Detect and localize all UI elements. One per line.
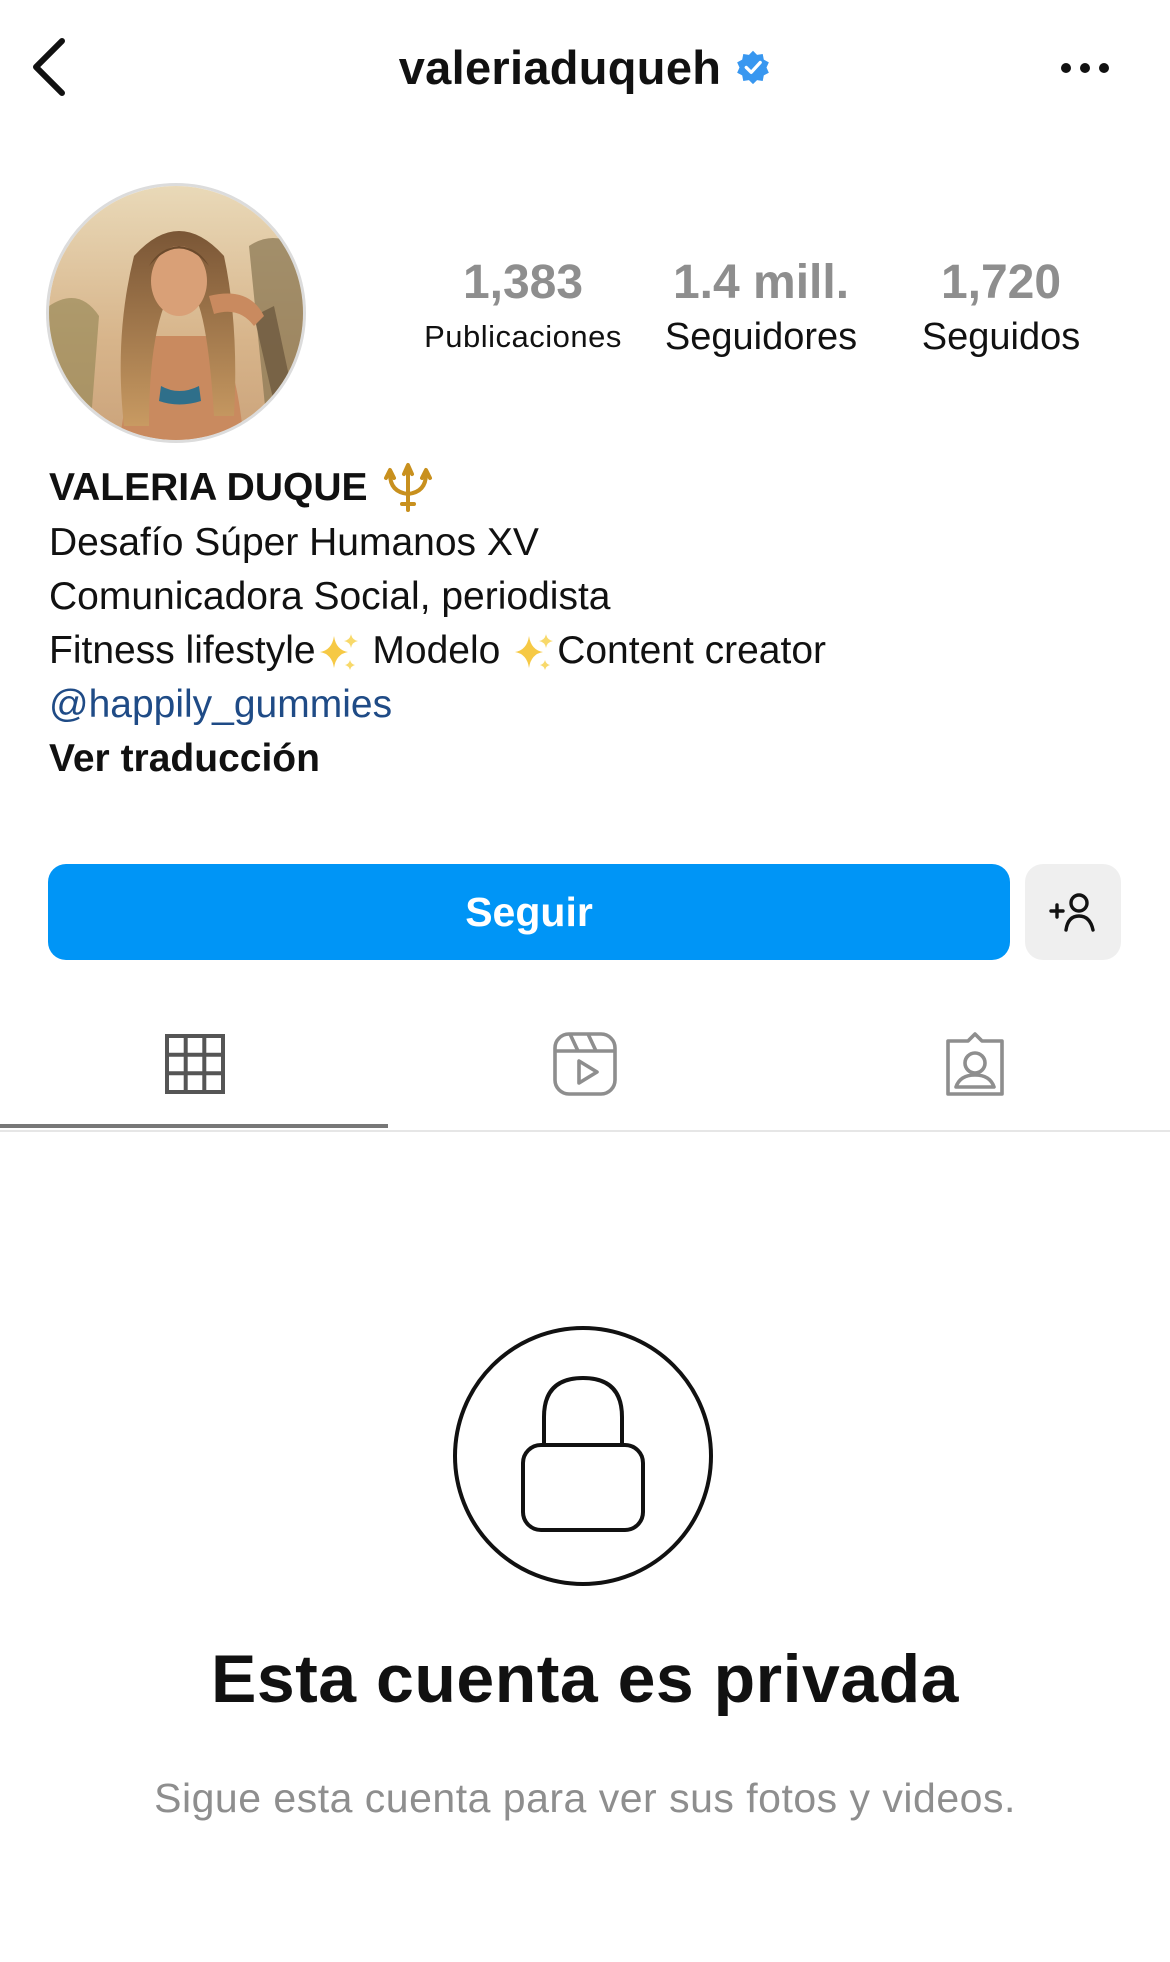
grid-icon [165, 1034, 225, 1094]
followers-number: 1.4 mill. [672, 256, 850, 309]
private-account-subtitle: Sigue esta cuenta para ver sus fotos y v… [154, 1775, 1016, 1821]
display-name: VALERIA DUQUE [49, 466, 368, 509]
username: valeriaduqueh [398, 40, 722, 94]
reels-icon [553, 1032, 617, 1096]
verified-badge-icon [737, 50, 770, 85]
followers-count[interactable]: 1.4 mill. Seguidores [650, 255, 872, 363]
add-person-icon [1049, 893, 1095, 932]
tab-grid[interactable] [0, 1000, 390, 1128]
bio-line-1: Desafío Súper Humanos XV [49, 521, 539, 564]
top-bar: valeriaduqueh [0, 0, 1170, 130]
profile-avatar[interactable] [46, 183, 306, 443]
bio-line-3-part-b: Modelo [361, 629, 512, 672]
tab-reels[interactable] [390, 1000, 780, 1128]
avatar-photo [49, 186, 303, 440]
display-name-row: VALERIA DUQUE [49, 460, 1129, 516]
profile-bio: VALERIA DUQUE Desafío Súper Humanos XV C… [49, 460, 1129, 786]
more-options-button[interactable] [1050, 40, 1120, 96]
bio-line-2: Comunicadora Social, periodista [49, 575, 611, 618]
following-number: 1,720 [940, 256, 1062, 309]
see-translation-link[interactable]: Ver traducción [49, 732, 1129, 786]
bio-line-3-part-a: Fitness lifestyle [49, 629, 316, 672]
suggested-accounts-button[interactable] [1025, 864, 1121, 960]
following-count[interactable]: 1,720 Seguidos [890, 255, 1112, 363]
posts-label: Publicaciones [424, 319, 622, 354]
followers-label: Seguidores [664, 316, 858, 358]
trident-emoji [383, 463, 432, 512]
lock-icon [453, 1326, 713, 1586]
private-lock-graphic [452, 1325, 714, 1587]
bio-line-3: Fitness lifestyle Modelo Content creator [49, 624, 1129, 678]
bio-mention-link[interactable]: @happily_gummies [49, 678, 1129, 732]
more-dots-icon [1061, 63, 1109, 73]
tagged-icon [946, 1032, 1004, 1096]
follow-button[interactable]: Seguir [48, 864, 1010, 960]
posts-number: 1,383 [462, 256, 584, 309]
sparkles-emoji [319, 633, 358, 670]
posts-count: 1,383 Publicaciones [412, 255, 634, 363]
profile-tabs [0, 1000, 1170, 1132]
sparkles-emoji [515, 633, 554, 670]
bio-line-3-part-c: Content creator [557, 629, 826, 672]
active-tab-indicator [0, 1124, 388, 1128]
following-label: Seguidos [921, 316, 1081, 358]
private-account-title: Esta cuenta es privada [210, 1641, 959, 1717]
profile-title: valeriaduqueh [0, 32, 1170, 102]
tab-tagged[interactable] [780, 1000, 1170, 1128]
